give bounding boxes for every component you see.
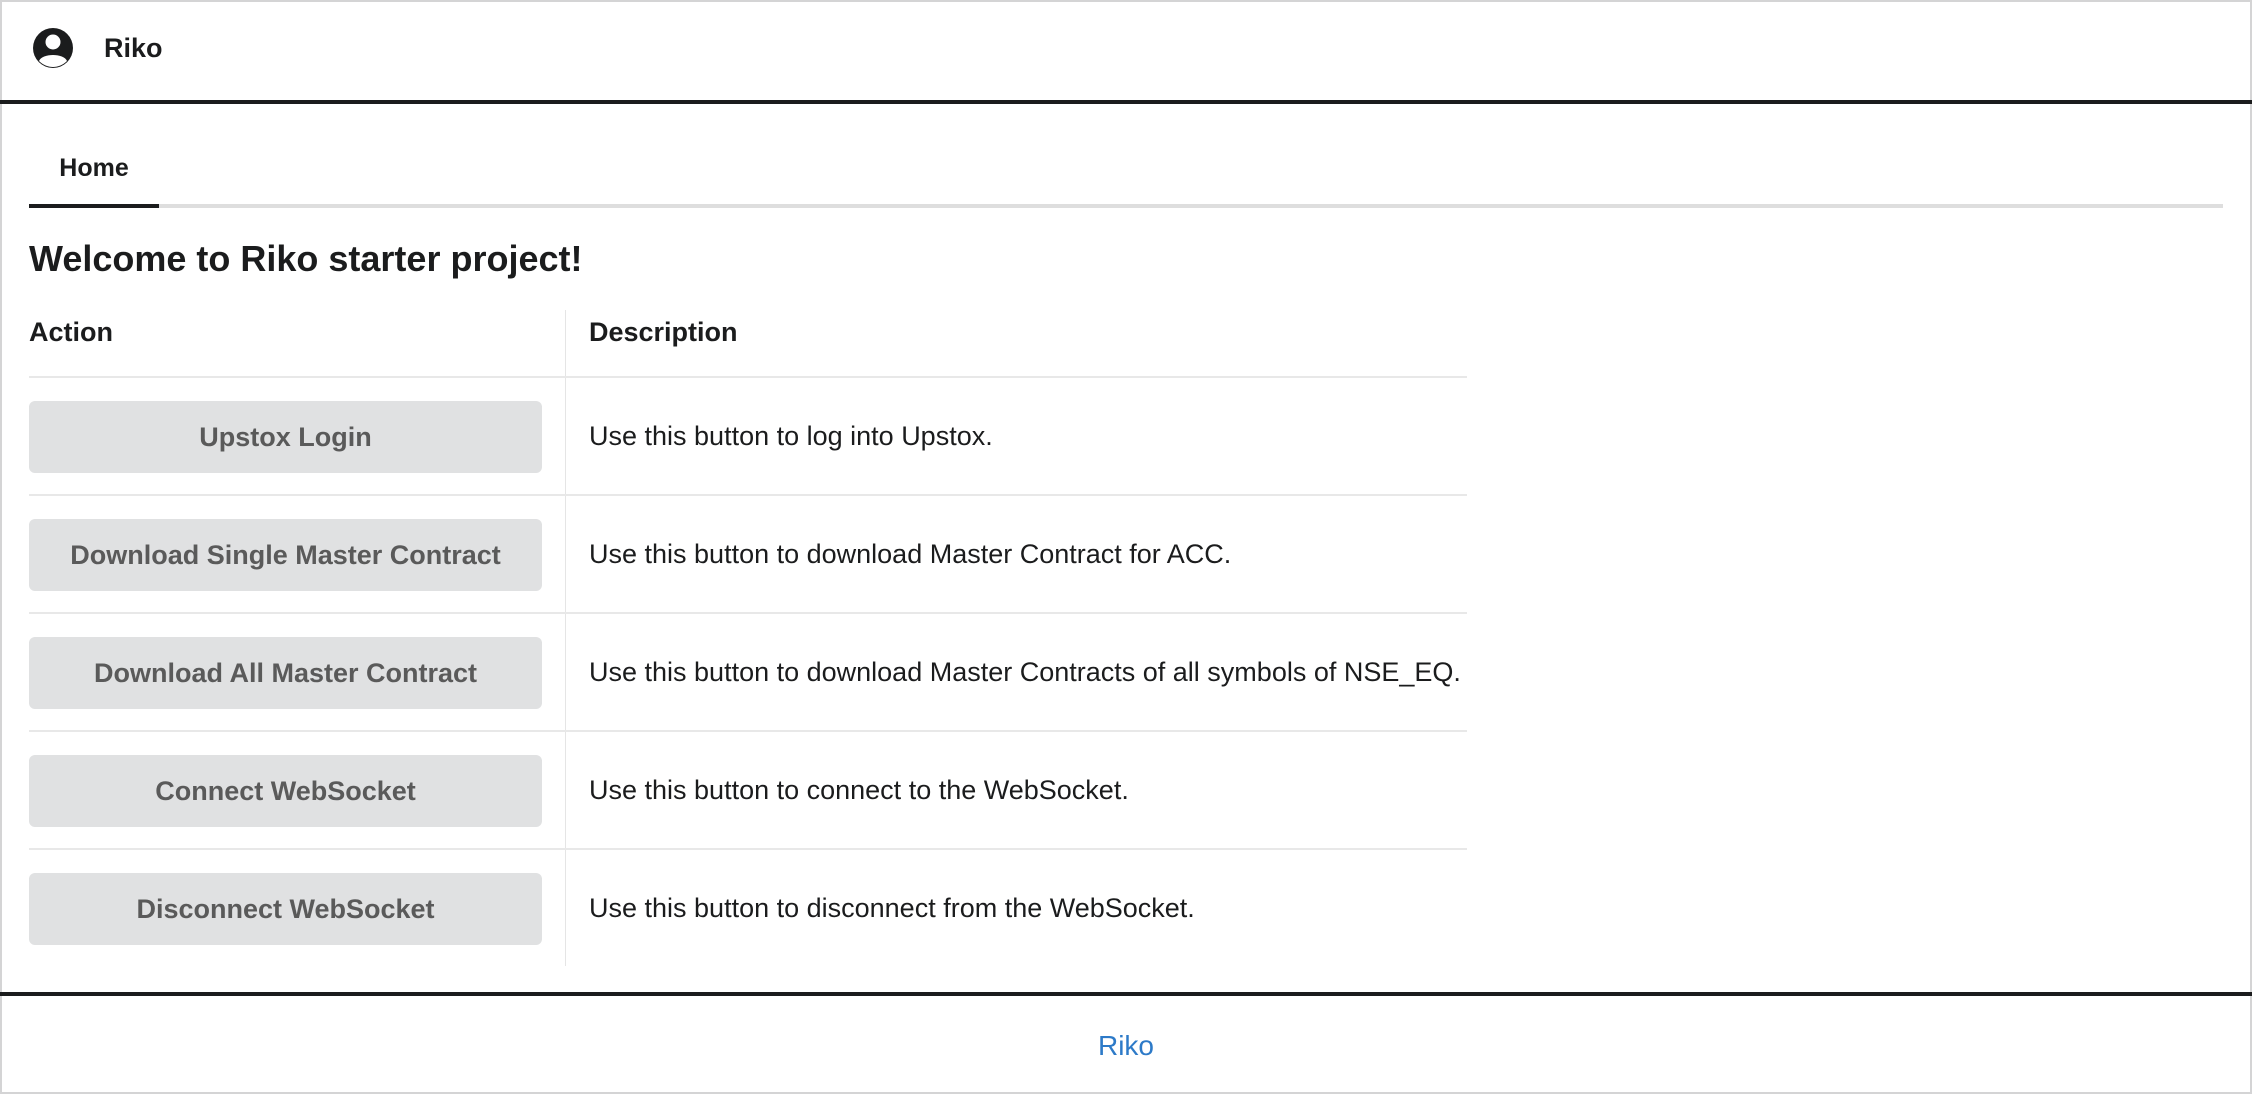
brand-name[interactable]: Riko — [104, 30, 163, 66]
table-header: Action Description — [29, 310, 1467, 378]
table-row: Connect WebSocket Use this button to con… — [29, 732, 1467, 850]
tab-bar: Home — [29, 140, 2223, 208]
row-description: Use this button to disconnect from the W… — [589, 893, 1195, 923]
tab-home[interactable]: Home — [29, 140, 159, 208]
row-description: Use this button to download Master Contr… — [589, 657, 1461, 687]
connect-websocket-button[interactable]: Connect WebSocket — [29, 755, 542, 827]
footer: Riko — [0, 992, 2252, 1094]
download-all-master-contract-button[interactable]: Download All Master Contract — [29, 637, 542, 709]
row-description: Use this button to download Master Contr… — [589, 539, 1232, 569]
row-description: Use this button to connect to the WebSoc… — [589, 775, 1129, 805]
table-row: Disconnect WebSocket Use this button to … — [29, 850, 1467, 968]
table-row: Upstox Login Use this button to log into… — [29, 378, 1467, 496]
user-circle-icon[interactable] — [31, 26, 75, 70]
top-header: Riko — [0, 0, 2252, 104]
column-header-description: Description — [589, 317, 738, 347]
footer-link[interactable]: Riko — [0, 1026, 2252, 1066]
table-row: Download All Master Contract Use this bu… — [29, 614, 1467, 732]
table-row: Download Single Master Contract Use this… — [29, 496, 1467, 614]
disconnect-websocket-button[interactable]: Disconnect WebSocket — [29, 873, 542, 945]
column-header-action: Action — [29, 317, 113, 347]
row-description: Use this button to log into Upstox. — [589, 421, 993, 451]
download-single-master-contract-button[interactable]: Download Single Master Contract — [29, 519, 542, 591]
upstox-login-button[interactable]: Upstox Login — [29, 401, 542, 473]
page-title: Welcome to Riko starter project! — [29, 238, 583, 279]
